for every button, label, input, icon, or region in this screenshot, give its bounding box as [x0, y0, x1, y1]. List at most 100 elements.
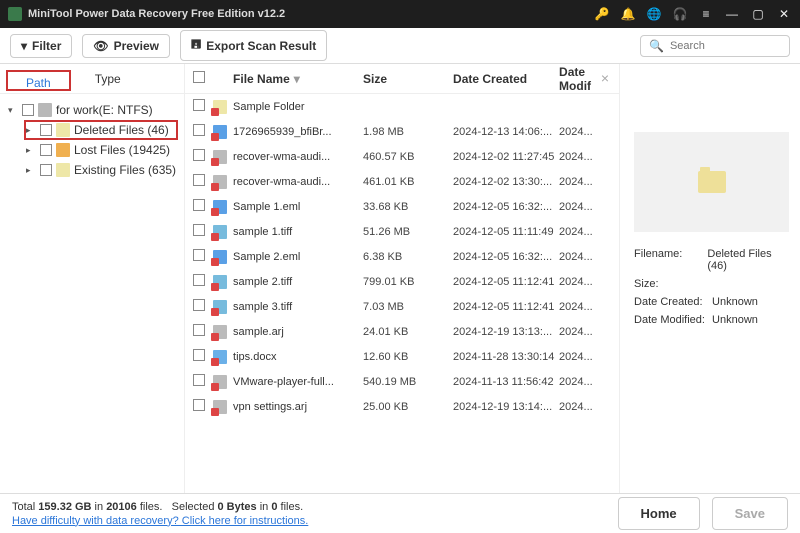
globe-icon[interactable]: 🌐 — [646, 6, 662, 22]
tree-existing-label: Existing Files (635) — [74, 163, 176, 177]
file-icon — [213, 100, 227, 114]
export-button[interactable]: 🖪Export Scan Result — [180, 30, 327, 61]
row-checkbox[interactable] — [193, 199, 205, 211]
row-checkbox[interactable] — [193, 99, 205, 111]
row-checkbox[interactable] — [193, 299, 205, 311]
file-modified: 2024... — [559, 301, 619, 313]
deleted-badge-icon — [211, 308, 219, 316]
folder-icon — [698, 171, 726, 193]
file-created: 2024-12-19 13:14:... — [453, 401, 559, 413]
table-row[interactable]: sample.arj24.01 KB2024-12-19 13:13:...20… — [185, 319, 619, 344]
deleted-badge-icon — [211, 333, 219, 341]
checkbox[interactable] — [22, 104, 34, 116]
table-row[interactable]: tips.docx12.60 KB2024-11-28 13:30:142024… — [185, 344, 619, 369]
chevron-down-icon[interactable]: ▾ — [8, 105, 18, 116]
row-checkbox[interactable] — [193, 149, 205, 161]
file-created: 2024-12-02 13:30:... — [453, 176, 559, 188]
select-all-checkbox[interactable] — [193, 71, 205, 83]
row-checkbox[interactable] — [193, 324, 205, 336]
file-name: recover-wma-audi... — [233, 176, 363, 188]
file-name: vpn settings.arj — [233, 401, 363, 413]
preview-button[interactable]: 👁Preview — [82, 34, 170, 58]
preview-thumbnail — [634, 132, 789, 232]
file-modified: 2024... — [559, 201, 619, 213]
row-checkbox[interactable] — [193, 374, 205, 386]
table-row[interactable]: Sample 1.eml33.68 KB2024-12-05 16:32:...… — [185, 194, 619, 219]
row-checkbox[interactable] — [193, 399, 205, 411]
existing-folder-icon — [56, 163, 70, 177]
key-icon[interactable]: 🔑 — [594, 6, 610, 22]
table-row[interactable]: 1726965939_bfiBr...1.98 MB2024-12-13 14:… — [185, 119, 619, 144]
file-size: 540.19 MB — [363, 376, 453, 388]
save-button[interactable]: Save — [712, 497, 788, 530]
menu-icon[interactable]: ≡ — [698, 6, 714, 22]
filename-value: Deleted Files (46) — [707, 248, 789, 272]
tree-lost[interactable]: ▸ Lost Files (19425) — [24, 140, 178, 160]
row-checkbox[interactable] — [193, 224, 205, 236]
table-row[interactable]: sample 1.tiff51.26 MB2024-12-05 11:11:49… — [185, 219, 619, 244]
support-icon[interactable]: 🎧 — [672, 6, 688, 22]
col-name[interactable]: File Name▾ — [233, 72, 363, 86]
tab-path[interactable]: Path — [8, 72, 69, 94]
table-row[interactable]: Sample 2.eml6.38 KB2024-12-05 16:32:...2… — [185, 244, 619, 269]
lost-folder-icon — [56, 143, 70, 157]
search-box[interactable]: 🔍 — [640, 35, 790, 57]
table-row[interactable]: recover-wma-audi...460.57 KB2024-12-02 1… — [185, 144, 619, 169]
file-name: sample.arj — [233, 326, 363, 338]
eye-icon: 👁 — [93, 39, 108, 53]
file-modified: 2024... — [559, 401, 619, 413]
window-title: MiniTool Power Data Recovery Free Editio… — [28, 8, 584, 20]
sidebar: Path Type ▾ for work(E: NTFS) ▸ Deleted … — [0, 64, 185, 493]
status-bar: Total 159.32 GB in 20106 files. Selected… — [0, 493, 800, 533]
table-row[interactable]: vpn settings.arj25.00 KB2024-12-19 13:14… — [185, 394, 619, 419]
file-created: 2024-12-02 11:27:45 — [453, 151, 559, 163]
row-checkbox[interactable] — [193, 274, 205, 286]
file-icon — [213, 225, 227, 239]
search-input[interactable] — [670, 40, 781, 52]
row-checkbox[interactable] — [193, 349, 205, 361]
chevron-right-icon[interactable]: ▸ — [26, 165, 36, 176]
file-size: 51.26 MB — [363, 226, 453, 238]
file-size: 461.01 KB — [363, 176, 453, 188]
tree-root[interactable]: ▾ for work(E: NTFS) — [6, 100, 178, 120]
col-modified[interactable]: Date Modif — [559, 65, 619, 93]
file-name: Sample 1.eml — [233, 201, 363, 213]
table-row[interactable]: Sample Folder — [185, 94, 619, 119]
col-created[interactable]: Date Created — [453, 72, 559, 86]
tab-type[interactable]: Type — [77, 68, 139, 93]
table-row[interactable]: recover-wma-audi...461.01 KB2024-12-02 1… — [185, 169, 619, 194]
minimize-button[interactable]: — — [724, 6, 740, 22]
table-row[interactable]: sample 2.tiff799.01 KB2024-12-05 11:12:4… — [185, 269, 619, 294]
chevron-right-icon[interactable]: ▸ — [26, 145, 36, 156]
drive-icon — [38, 103, 52, 117]
bell-icon[interactable]: 🔔 — [620, 6, 636, 22]
file-modified: 2024... — [559, 276, 619, 288]
preview-panel: Filename:Deleted Files (46) Size: Date C… — [620, 64, 800, 493]
file-size: 33.68 KB — [363, 201, 453, 213]
file-name: sample 1.tiff — [233, 226, 363, 238]
close-button[interactable]: ✕ — [776, 6, 792, 22]
table-row[interactable]: VMware-player-full...540.19 MB2024-11-13… — [185, 369, 619, 394]
checkbox[interactable] — [40, 124, 52, 136]
row-checkbox[interactable] — [193, 124, 205, 136]
tree-existing[interactable]: ▸ Existing Files (635) — [24, 160, 178, 180]
titlebar: MiniTool Power Data Recovery Free Editio… — [0, 0, 800, 28]
file-modified: 2024... — [559, 351, 619, 363]
file-created: 2024-12-05 11:11:49 — [453, 226, 559, 238]
home-button[interactable]: Home — [618, 497, 700, 530]
file-name: 1726965939_bfiBr... — [233, 126, 363, 138]
maximize-button[interactable]: ▢ — [750, 6, 766, 22]
table-row[interactable]: sample 3.tiff7.03 MB2024-12-05 11:12:412… — [185, 294, 619, 319]
checkbox[interactable] — [40, 164, 52, 176]
col-size[interactable]: Size — [363, 72, 453, 86]
chevron-right-icon[interactable]: ▸ — [26, 125, 36, 136]
row-checkbox[interactable] — [193, 249, 205, 261]
help-link[interactable]: Have difficulty with data recovery? Clic… — [12, 515, 308, 527]
tree-deleted[interactable]: ▸ Deleted Files (46) — [24, 120, 178, 140]
stats-text: Total 159.32 GB in 20106 files. Selected… — [12, 501, 308, 513]
panel-close-icon[interactable]: × — [601, 70, 609, 86]
row-checkbox[interactable] — [193, 174, 205, 186]
file-modified: 2024... — [559, 151, 619, 163]
filter-button[interactable]: ▾Filter — [10, 34, 72, 58]
checkbox[interactable] — [40, 144, 52, 156]
